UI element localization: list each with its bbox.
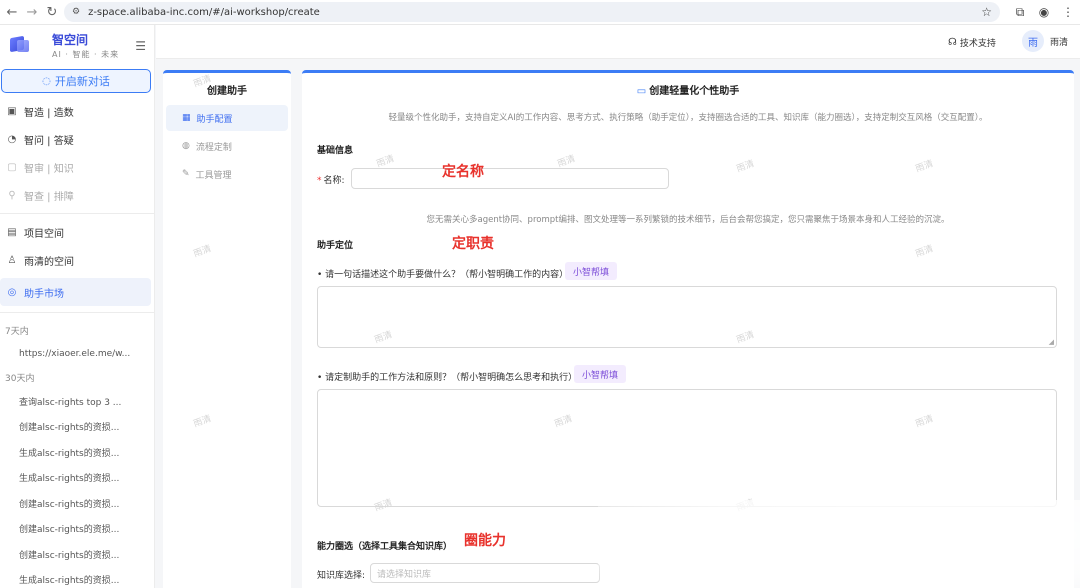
sidebar-menu: ▣ 智造 | 造数 ◔ 智问 | 答疑 ▢ 智审 | 知识 ⚲ 智查 | 排障 … bbox=[0, 97, 154, 313]
sidebar-collapse-icon[interactable]: ☰ bbox=[135, 39, 146, 53]
history-item[interactable]: 查询alsc-rights top 3 ... bbox=[0, 389, 154, 415]
step-label: 流程定制 bbox=[195, 142, 232, 153]
hint-text: 您无需关心多agent协同、prompt编排、图文处理等一系列繁锁的技术细节，后… bbox=[426, 215, 950, 225]
browser-toolbar: ← → ↻ ⚙ z-space.alibaba-inc.com/#/ai-wor… bbox=[0, 0, 1080, 25]
knowledge-base-select[interactable]: 请选择知识库 bbox=[370, 563, 600, 583]
headset-icon: ☊ bbox=[948, 37, 957, 48]
bookmark-star-icon[interactable]: ☆ bbox=[981, 5, 992, 19]
project-icon: ▤ bbox=[7, 226, 17, 238]
assistant-card-icon: ▭ bbox=[636, 86, 647, 97]
new-chat-label: 开启新对话 bbox=[54, 75, 110, 88]
annotation-name: 定名称 bbox=[442, 164, 484, 180]
name-input[interactable] bbox=[351, 168, 669, 189]
kb-label: 知识库选择: bbox=[317, 571, 366, 581]
form-title: ▭ 创建轻量化个性助手 bbox=[302, 82, 1074, 97]
chat-bubble-icon: ◌ bbox=[42, 75, 51, 87]
q2-label: • 请定制助手的工作方法和原则？（帮小智明确怎么思考和执行） bbox=[317, 373, 578, 383]
chat-icon: ◔ bbox=[7, 133, 17, 145]
position-heading: 助手定位 bbox=[317, 241, 354, 251]
app-title: 智空间 bbox=[52, 32, 89, 47]
forward-arrow-icon[interactable]: → bbox=[22, 2, 42, 22]
back-arrow-icon[interactable]: ← bbox=[2, 2, 22, 22]
form-title-text: 创建轻量化个性助手 bbox=[649, 86, 740, 97]
history-item[interactable]: 生成alsc-rights的资损... bbox=[0, 567, 154, 588]
sidebar-item-zhiwen[interactable]: ◔ 智问 | 答疑 bbox=[0, 125, 154, 153]
sidebar-item-zhicha[interactable]: ⚲ 智查 | 排障 bbox=[0, 181, 154, 209]
q1-helper-button[interactable]: 小智帮填 bbox=[565, 262, 618, 280]
logo-cube-icon bbox=[8, 34, 30, 56]
user-menu[interactable]: 雨 雨清 bbox=[1022, 30, 1068, 52]
sidebar-item-label: 智造 | 造数 bbox=[24, 107, 74, 119]
wrench-icon: ✎ bbox=[182, 169, 190, 179]
step-flow-customize[interactable]: ◍ 流程定制 bbox=[166, 133, 288, 159]
history-item[interactable]: 创建alsc-rights的资损... bbox=[0, 491, 154, 517]
q2-textarea[interactable] bbox=[317, 389, 1057, 507]
sidebar-item-label: 助手市场 bbox=[24, 288, 64, 300]
flow-icon: ◍ bbox=[182, 141, 190, 151]
sidebar-item-label: 项目空间 bbox=[24, 228, 64, 240]
reload-icon[interactable]: ↻ bbox=[42, 2, 62, 22]
history-item[interactable]: 创建alsc-rights的资损... bbox=[0, 542, 154, 568]
new-chat-button[interactable]: ◌ 开启新对话 bbox=[1, 69, 151, 93]
history-item[interactable]: 创建alsc-rights的资损... bbox=[0, 414, 154, 440]
market-icon: ◎ bbox=[7, 286, 17, 298]
extensions-icon[interactable]: ⧉ bbox=[1008, 5, 1032, 20]
search-icon: ⚲ bbox=[8, 189, 16, 201]
browser-menu-icon[interactable]: ⋮ bbox=[1056, 5, 1080, 19]
q2-helper-button[interactable]: 小智帮填 bbox=[574, 365, 627, 383]
resize-handle-icon[interactable]: ◢ bbox=[1049, 338, 1054, 346]
step-label: 助手配置 bbox=[196, 114, 233, 125]
sidebar-divider bbox=[0, 312, 154, 313]
profile-icon[interactable]: ◉ bbox=[1032, 5, 1056, 19]
history-group-title: 7天内 bbox=[5, 326, 29, 337]
tech-support-label: 技术支持 bbox=[959, 39, 996, 49]
capability-heading: 能力圈选（选择工具集合知识库） bbox=[317, 542, 453, 552]
sidebar-item-zhishen[interactable]: ▢ 智审 | 知识 bbox=[0, 153, 154, 181]
tech-support-link[interactable]: ☊ 技术支持 bbox=[948, 36, 996, 49]
form-description: 轻量级个性化助手，支持自定义AI的工作内容、思考方式、执行策略（助手定位），支持… bbox=[388, 113, 988, 123]
url-text: z-space.alibaba-inc.com/#/ai-workshop/cr… bbox=[88, 6, 320, 18]
sidebar-item-label: 智审 | 知识 bbox=[24, 163, 74, 175]
logo-row: 智空间 AI · 智能 · 未来 ☰ bbox=[0, 25, 154, 65]
address-bar[interactable]: ⚙ z-space.alibaba-inc.com/#/ai-workshop/… bbox=[64, 2, 1000, 22]
top-header: ☊ 技术支持 雨 雨清 bbox=[156, 25, 1080, 59]
sidebar-item-zhizao[interactable]: ▣ 智造 | 造数 bbox=[0, 97, 154, 125]
step-assistant-config[interactable]: ▦ 助手配置 bbox=[166, 105, 288, 131]
sidebar-divider bbox=[0, 213, 154, 214]
sidebar-item-label: 智查 | 排障 bbox=[24, 191, 74, 203]
steps-title: 创建助手 bbox=[207, 85, 247, 97]
grid-icon: ▦ bbox=[182, 113, 191, 123]
history-item[interactable]: 生成alsc-rights的资损... bbox=[0, 465, 154, 491]
app-subtitle: AI · 智能 · 未来 bbox=[52, 49, 120, 59]
sidebar-item-project-space[interactable]: ▤ 项目空间 bbox=[0, 218, 154, 246]
history-item[interactable]: 生成alsc-rights的资损... bbox=[0, 440, 154, 466]
history-group-title: 30天内 bbox=[5, 374, 35, 384]
history-item[interactable]: https://xiaoer.ele.me/w... bbox=[0, 341, 154, 367]
blurred-region bbox=[598, 500, 1080, 588]
sidebar: 智空间 AI · 智能 · 未来 ☰ ◌ 开启新对话 ▣ 智造 | 造数 ◔ 智… bbox=[0, 25, 155, 588]
step-label: 工具管理 bbox=[195, 170, 232, 181]
avatar: 雨 bbox=[1022, 30, 1044, 52]
steps-panel: 创建助手 ▦ 助手配置 ◍ 流程定制 ✎ 工具管理 bbox=[163, 70, 291, 588]
history-item[interactable]: 创建alsc-rights的资损... bbox=[0, 516, 154, 542]
doc-icon: ▢ bbox=[7, 161, 17, 173]
q1-textarea[interactable]: ◢ bbox=[317, 286, 1057, 348]
q1-label: • 请一句话描述这个助手要做什么？（帮小智明确工作的内容） bbox=[317, 270, 569, 280]
user-icon: ♙ bbox=[7, 254, 17, 266]
basic-info-heading: 基础信息 bbox=[317, 146, 354, 156]
name-label: * 名称: bbox=[317, 176, 345, 186]
screen-icon: ▣ bbox=[7, 105, 17, 117]
annotation-capability: 圈能力 bbox=[464, 533, 506, 549]
step-tool-manage[interactable]: ✎ 工具管理 bbox=[166, 161, 288, 187]
annotation-duty: 定职责 bbox=[452, 236, 494, 252]
sidebar-item-my-space[interactable]: ♙ 雨清的空间 bbox=[0, 246, 154, 274]
sidebar-item-assistant-market[interactable]: ◎ 助手市场 bbox=[0, 278, 151, 306]
sidebar-item-label: 智问 | 答疑 bbox=[24, 135, 74, 147]
sidebar-item-label: 雨清的空间 bbox=[24, 256, 74, 268]
site-settings-icon[interactable]: ⚙ bbox=[72, 7, 80, 17]
user-name: 雨清 bbox=[1050, 37, 1069, 48]
